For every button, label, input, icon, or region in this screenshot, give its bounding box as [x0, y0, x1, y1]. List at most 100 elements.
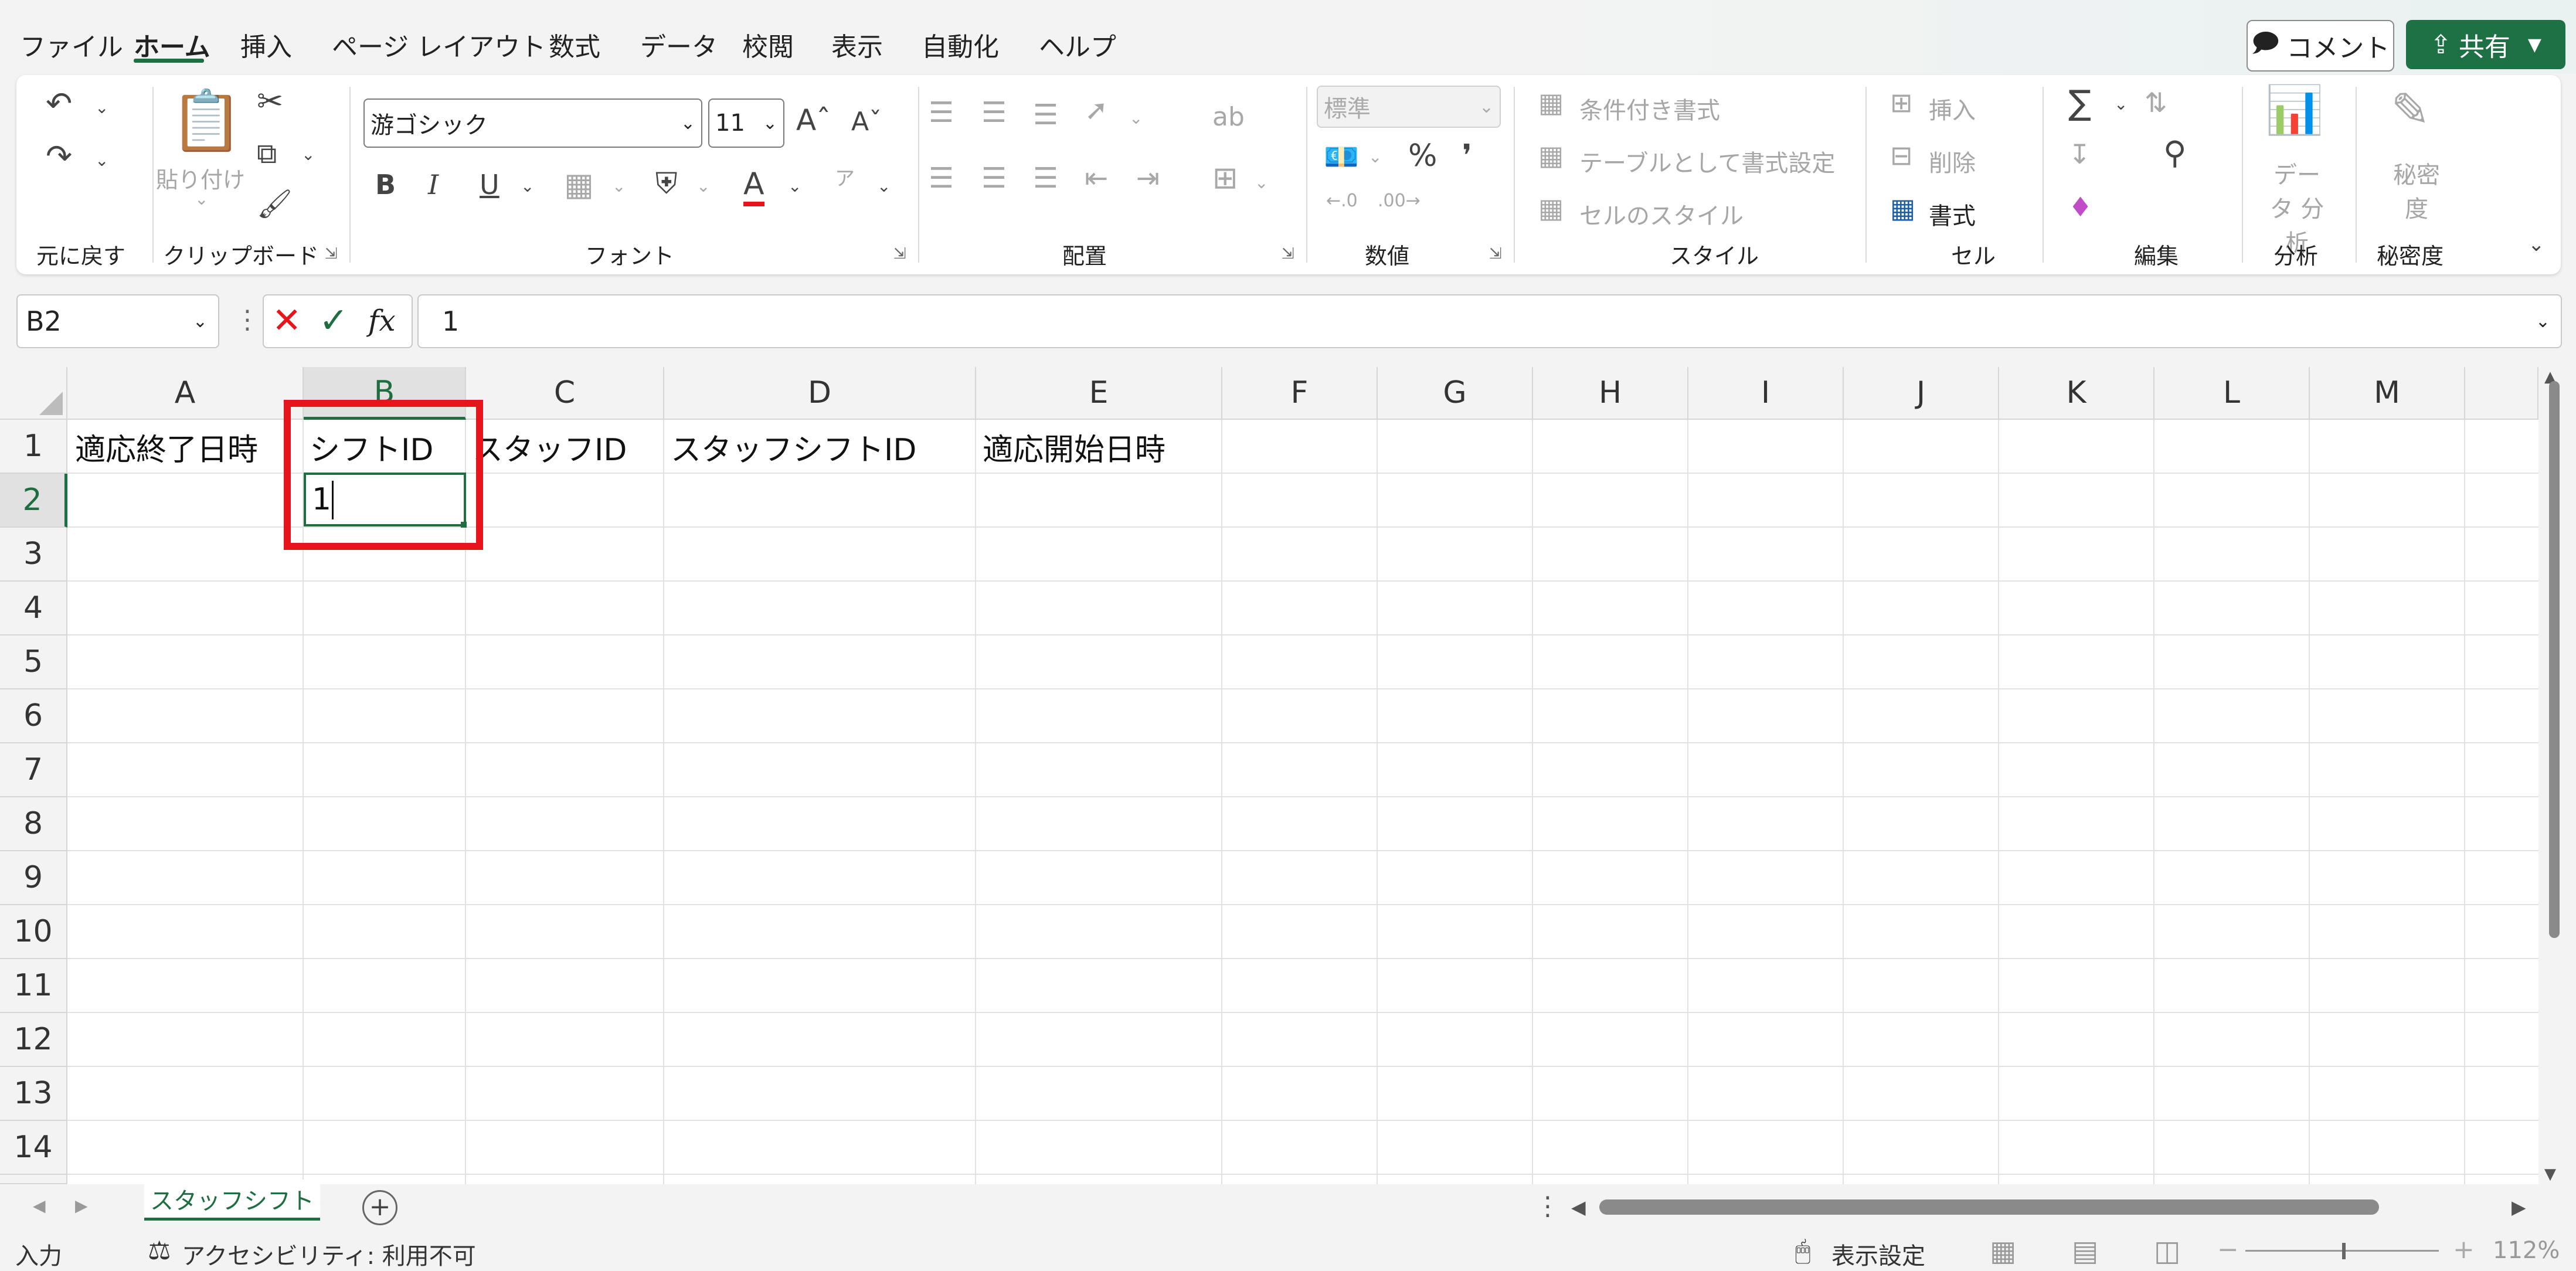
tab-home[interactable]: ホーム	[134, 26, 210, 63]
chevron-down-icon[interactable]: ⌄	[1255, 175, 1268, 191]
chevron-down-icon[interactable]: ⌄	[2114, 96, 2128, 113]
row-header-10[interactable]: 10	[0, 905, 67, 959]
conditional-formatting-button[interactable]: 条件付き書式	[1579, 91, 1720, 125]
cancel-icon[interactable]: ✕	[272, 300, 301, 341]
format-as-table-button[interactable]: テーブルとして書式設定	[1579, 144, 1835, 178]
redo-icon[interactable]: ↷	[46, 141, 72, 172]
dialog-launcher-icon[interactable]: ⇲	[1489, 245, 1502, 263]
cell-d1[interactable]: スタッフシフトID	[671, 420, 916, 474]
collapse-ribbon-icon[interactable]: ⌄	[2528, 235, 2545, 254]
enter-icon[interactable]: ✓	[319, 300, 348, 341]
chevron-down-icon[interactable]: ⌄	[521, 178, 534, 195]
column-header-n[interactable]	[2465, 367, 2538, 420]
cell-styles-button[interactable]: セルのスタイル	[1579, 197, 1744, 231]
column-header-a[interactable]: A	[67, 367, 304, 420]
tab-view[interactable]: 表示	[831, 26, 883, 63]
undo-icon[interactable]: ↶	[46, 88, 72, 120]
dialog-launcher-icon[interactable]: ⇲	[893, 245, 906, 263]
phonetic-guide-icon[interactable]: ア	[835, 169, 855, 189]
align-center-icon[interactable]: ☰	[981, 164, 1007, 192]
chevron-down-icon[interactable]: ⌄	[195, 191, 208, 208]
row-header-2[interactable]: 2	[0, 474, 67, 528]
row-header-5[interactable]: 5	[0, 636, 67, 689]
tab-insert[interactable]: 挿入	[240, 26, 292, 63]
cell-styles-icon[interactable]: ▦	[1538, 195, 1564, 222]
orientation-icon[interactable]: ➚	[1085, 96, 1108, 124]
cell-a1[interactable]: 適応終了日時	[75, 420, 258, 474]
zoom-level[interactable]: 112%	[2493, 1237, 2560, 1264]
sensitivity-icon[interactable]: ✎	[2391, 87, 2430, 134]
insert-cells-button[interactable]: 挿入	[1929, 91, 1976, 125]
merge-center-icon[interactable]: ⊞	[1212, 163, 1238, 193]
analyze-data-icon[interactable]: 📊	[2265, 87, 2324, 134]
dialog-launcher-icon[interactable]: ⇲	[325, 245, 338, 263]
column-header-c[interactable]: C	[466, 367, 664, 420]
row-header-12[interactable]: 12	[0, 1013, 67, 1067]
zoom-in-icon[interactable]: +	[2453, 1235, 2475, 1265]
percent-style-icon[interactable]: %	[1408, 141, 1437, 171]
find-select-icon[interactable]: ⚲	[2163, 137, 2187, 169]
row-header-11[interactable]: 11	[0, 959, 67, 1013]
scroll-right-icon[interactable]: ▶	[2512, 1196, 2526, 1218]
chevron-down-icon[interactable]: ⌄	[1368, 149, 1382, 165]
accessibility-status[interactable]: アクセシビリティ: 利用不可	[182, 1237, 476, 1271]
chevron-down-icon[interactable]: ⌄	[696, 178, 710, 195]
decrease-font-size-icon[interactable]: Aˇ	[851, 109, 882, 135]
scroll-sheets-right-icon[interactable]: ▶	[75, 1196, 88, 1215]
italic-button[interactable]: I	[428, 171, 439, 198]
format-cells-icon[interactable]: ▦	[1890, 195, 1915, 222]
column-header-e[interactable]: E	[976, 367, 1222, 420]
row-header-3[interactable]: 3	[0, 528, 67, 582]
scroll-sheets-left-icon[interactable]: ◀	[33, 1196, 46, 1215]
decrease-decimal-icon[interactable]: .00→	[1378, 192, 1420, 210]
row-header-9[interactable]: 9	[0, 851, 67, 905]
decrease-indent-icon[interactable]: ⇤	[1085, 164, 1108, 192]
column-header-i[interactable]: I	[1688, 367, 1844, 420]
chevron-down-icon[interactable]: ⌄	[95, 152, 108, 169]
formula-input[interactable]: 1 ⌄	[417, 294, 2562, 348]
align-top-icon[interactable]: ☰	[929, 98, 954, 127]
bold-button[interactable]: B	[375, 171, 396, 198]
row-header-4[interactable]: 4	[0, 582, 67, 636]
cut-icon[interactable]: ✂	[257, 86, 283, 117]
chevron-down-icon[interactable]: ⌄	[788, 178, 801, 195]
conditional-formatting-icon[interactable]: ▦	[1538, 89, 1564, 116]
row-header-13[interactable]: 13	[0, 1067, 67, 1121]
column-header-m[interactable]: M	[2310, 367, 2465, 420]
tab-formulas[interactable]: 数式	[549, 26, 600, 63]
sort-filter-icon[interactable]: ⇅	[2145, 89, 2167, 116]
scroll-down-icon[interactable]: ▼	[2544, 1165, 2556, 1183]
normal-view-icon[interactable]: ▦	[1990, 1235, 2016, 1267]
column-header-j[interactable]: J	[1844, 367, 1999, 420]
name-box[interactable]: B2 ⌄	[16, 294, 219, 348]
align-left-icon[interactable]: ☰	[929, 164, 954, 192]
increase-decimal-icon[interactable]: ←.0	[1326, 192, 1358, 210]
row-header-14[interactable]: 14	[0, 1121, 67, 1175]
column-header-h[interactable]: H	[1533, 367, 1688, 420]
autosum-icon[interactable]: ∑	[2068, 86, 2091, 120]
share-button[interactable]: ⇪ 共有 ▼	[2406, 20, 2565, 69]
sensitivity-button[interactable]: 秘密 度	[2387, 156, 2446, 224]
chevron-down-icon[interactable]: ⌄	[1129, 110, 1143, 127]
zoom-out-icon[interactable]: −	[2217, 1235, 2239, 1265]
align-bottom-icon[interactable]: ☰	[1033, 101, 1058, 129]
dialog-launcher-icon[interactable]: ⇲	[1282, 245, 1294, 263]
page-break-view-icon[interactable]: ◫	[2154, 1235, 2180, 1267]
sheet-tab[interactable]: スタッフシフト	[144, 1180, 320, 1221]
column-header-k[interactable]: K	[1999, 367, 2154, 420]
chevron-down-icon[interactable]: ⌄	[877, 178, 891, 195]
chevron-down-icon[interactable]: ⌄	[95, 100, 108, 116]
fill-color-icon[interactable]: ⛨	[655, 169, 678, 198]
cell-c1[interactable]: スタッフID	[473, 420, 627, 474]
increase-font-size-icon[interactable]: Aˆ	[796, 106, 831, 135]
wrap-text-icon[interactable]: ab	[1212, 104, 1245, 130]
chevron-down-icon[interactable]: ⌄	[2536, 311, 2550, 332]
clear-icon[interactable]: ♦	[2068, 193, 2092, 220]
display-settings-button[interactable]: 表示設定	[1831, 1237, 1925, 1271]
tab-page-layout[interactable]: ページ レイアウト	[332, 26, 546, 63]
comment-button[interactable]: 🗩 コメント	[2247, 20, 2394, 72]
copy-icon[interactable]: ⧉	[257, 140, 277, 168]
more-options-icon[interactable]: ⋮	[235, 305, 260, 335]
tab-file[interactable]: ファイル	[20, 26, 123, 63]
row-header-1[interactable]: 1	[0, 420, 67, 474]
